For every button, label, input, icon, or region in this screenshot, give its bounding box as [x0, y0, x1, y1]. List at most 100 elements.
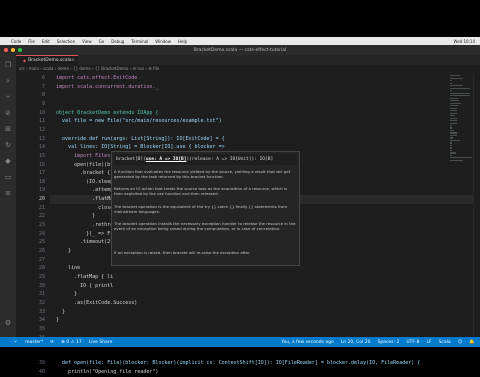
line-number: 40	[38, 369, 45, 376]
docker-icon[interactable]: ◆	[4, 157, 12, 165]
code-line[interactable]: }	[50, 290, 77, 299]
code-line[interactable]: }(_ => Fi	[50, 230, 113, 239]
code-line[interactable]: override def run(args: List[String]): IO…	[50, 135, 225, 144]
menu-item-window[interactable]: Window	[155, 39, 171, 44]
code-line[interactable]: .flatMap { li	[50, 273, 113, 282]
code-line[interactable]: }	[50, 247, 71, 256]
hover-paragraph-4: The bracket operation installs the neces…	[114, 221, 296, 232]
code-line[interactable]: }	[50, 308, 65, 317]
minimap-line	[450, 144, 452, 147]
eol[interactable]: LF	[426, 340, 431, 345]
code-line[interactable]: .flatMa	[50, 195, 113, 204]
line-number: 30	[38, 282, 45, 289]
source-control-icon[interactable]: ⑂	[4, 93, 12, 101]
line-number: 13	[38, 135, 45, 142]
vertical-scrollbar[interactable]	[473, 74, 480, 336]
breadcrumb[interactable]: src › main › scala › demo › {} demo › {}…	[19, 66, 159, 73]
line-number: 14	[38, 144, 45, 151]
language-mode[interactable]: Scala	[439, 340, 451, 345]
minimap-line	[450, 102, 461, 104]
menu-item-go[interactable]: Go	[99, 39, 105, 44]
code-line[interactable]: .attemp	[50, 186, 113, 195]
window-titlebar: BracketDemo.scala — cats-effect-tutorial	[0, 45, 480, 55]
minimap-line	[450, 124, 453, 127]
code-line[interactable]: def open(file: File)(blocker: Blocker)(i…	[50, 359, 420, 368]
line-number: 19	[38, 187, 45, 194]
line-number: 17	[38, 170, 45, 177]
code-line[interactable]: }	[50, 212, 95, 221]
code-line[interactable]: .timeout(2.	[50, 238, 113, 247]
menu-item-debug[interactable]: Debug	[111, 39, 124, 44]
activity-bar: ❐ ⌕ ⑂ ⊘ ⊞ ↻ ◆ ▭ ≡ ⚙	[0, 55, 16, 337]
minimap-line	[450, 142, 452, 144]
menubar-clock: Wed 10:14	[453, 38, 475, 44]
live-share-button[interactable]: Live Share	[89, 340, 113, 345]
code-line[interactable]: .as(ExitCode.Success)	[50, 299, 137, 308]
menu-item-file[interactable]: File	[28, 39, 35, 44]
code-line[interactable]: close	[50, 204, 113, 213]
code-line[interactable]: line	[50, 264, 80, 273]
close-window-button[interactable]	[4, 48, 8, 52]
debug-icon[interactable]: ⊘	[4, 109, 12, 117]
settings-gear-icon[interactable]: ⚙	[4, 319, 12, 327]
code-line[interactable]: import scala.concurrent.duration._	[50, 83, 158, 92]
maximize-window-button[interactable]	[18, 48, 22, 52]
code-line[interactable]: (IO.sleep(	[50, 178, 116, 187]
extensions-icon[interactable]: ⊞	[4, 125, 12, 133]
line-number: 7	[41, 83, 45, 90]
menu-item-code[interactable]: Code	[11, 39, 21, 44]
menu-item-terminal[interactable]: Terminal	[131, 39, 148, 44]
minimap-line	[450, 90, 452, 92]
menu-item-edit[interactable]: Edit	[42, 39, 50, 44]
mac-menubar: Code File Edit Selection View Go Debug T…	[0, 37, 480, 45]
tab-bracketdemo-scala[interactable]: ◆ BracketDemo.scala ×	[16, 55, 78, 65]
line-number: 12	[38, 126, 45, 133]
code-line[interactable]: .rethro	[50, 221, 113, 230]
line-number: 16	[38, 161, 45, 168]
minimap-line	[450, 154, 452, 156]
line-number: 8	[41, 92, 45, 99]
live-share-icon[interactable]: ↻	[4, 141, 12, 149]
menu-item-help[interactable]: Help	[178, 39, 187, 44]
line-number: 23	[38, 222, 45, 229]
search-icon[interactable]: ⌕	[4, 77, 12, 85]
problems-count[interactable]: ⊗ 0 ⚠ 17	[61, 340, 82, 345]
code-line[interactable]: IO { printl	[50, 282, 113, 291]
explorer-icon[interactable]: ❐	[4, 61, 12, 69]
code-line[interactable]: import cats.effect.ExitCode	[50, 74, 137, 83]
line-number: 31	[38, 291, 45, 298]
code-line[interactable]: val file = new File("src/main/resources/…	[50, 117, 222, 126]
hover-paragraph-3: The bracket operation is the equivalent …	[114, 204, 288, 215]
minimap-line	[450, 149, 452, 152]
code-line[interactable]: }	[50, 316, 59, 325]
minimap-line	[450, 107, 458, 109]
scala-metals-icon[interactable]: ≡	[4, 189, 12, 197]
line-number: 34	[38, 317, 45, 324]
sync-icon[interactable]: ⟳	[50, 340, 54, 345]
minimap-line	[450, 75, 461, 77]
minimap-line	[450, 137, 454, 139]
git-blame[interactable]: You, a few seconds ago	[281, 340, 333, 345]
minimize-window-button[interactable]	[11, 48, 15, 52]
line-number: 20	[38, 196, 45, 203]
git-branch-item[interactable]: ⑂ master*	[7, 339, 43, 345]
signature-active-param: use: A => IO[B]	[145, 157, 187, 162]
indentation[interactable]: Spaces: 2	[377, 340, 399, 345]
encoding[interactable]: UTF-8	[406, 340, 419, 345]
branch-icon: ⑂	[14, 340, 17, 345]
notifications-bell-icon[interactable]: 🔔	[469, 340, 475, 345]
minimap[interactable]	[450, 74, 472, 194]
menu-item-view[interactable]: View	[82, 39, 92, 44]
code-line[interactable]: object BracketDemo extends IOApp {	[50, 109, 158, 118]
close-tab-icon[interactable]: ×	[71, 58, 75, 63]
line-number: 6	[41, 75, 45, 81]
cursor-position[interactable]: Ln 20, Col 20	[341, 340, 371, 345]
code-line[interactable]: println("Opening file reader")	[50, 368, 158, 377]
hover-documentation-popup: bracket[B](use: A => IO[B])(release: A =…	[111, 151, 300, 266]
branch-label: master*	[25, 340, 44, 345]
code-line[interactable]: import Files._	[50, 152, 116, 161]
remote-icon[interactable]: ▭	[4, 173, 12, 181]
menu-item-selection[interactable]: Selection	[57, 39, 75, 44]
status-bar: ⑂ master* ⟳ ⊗ 0 ⚠ 17 Live Share You, a f…	[0, 337, 480, 347]
feedback-icon[interactable]: ☺	[458, 340, 463, 345]
